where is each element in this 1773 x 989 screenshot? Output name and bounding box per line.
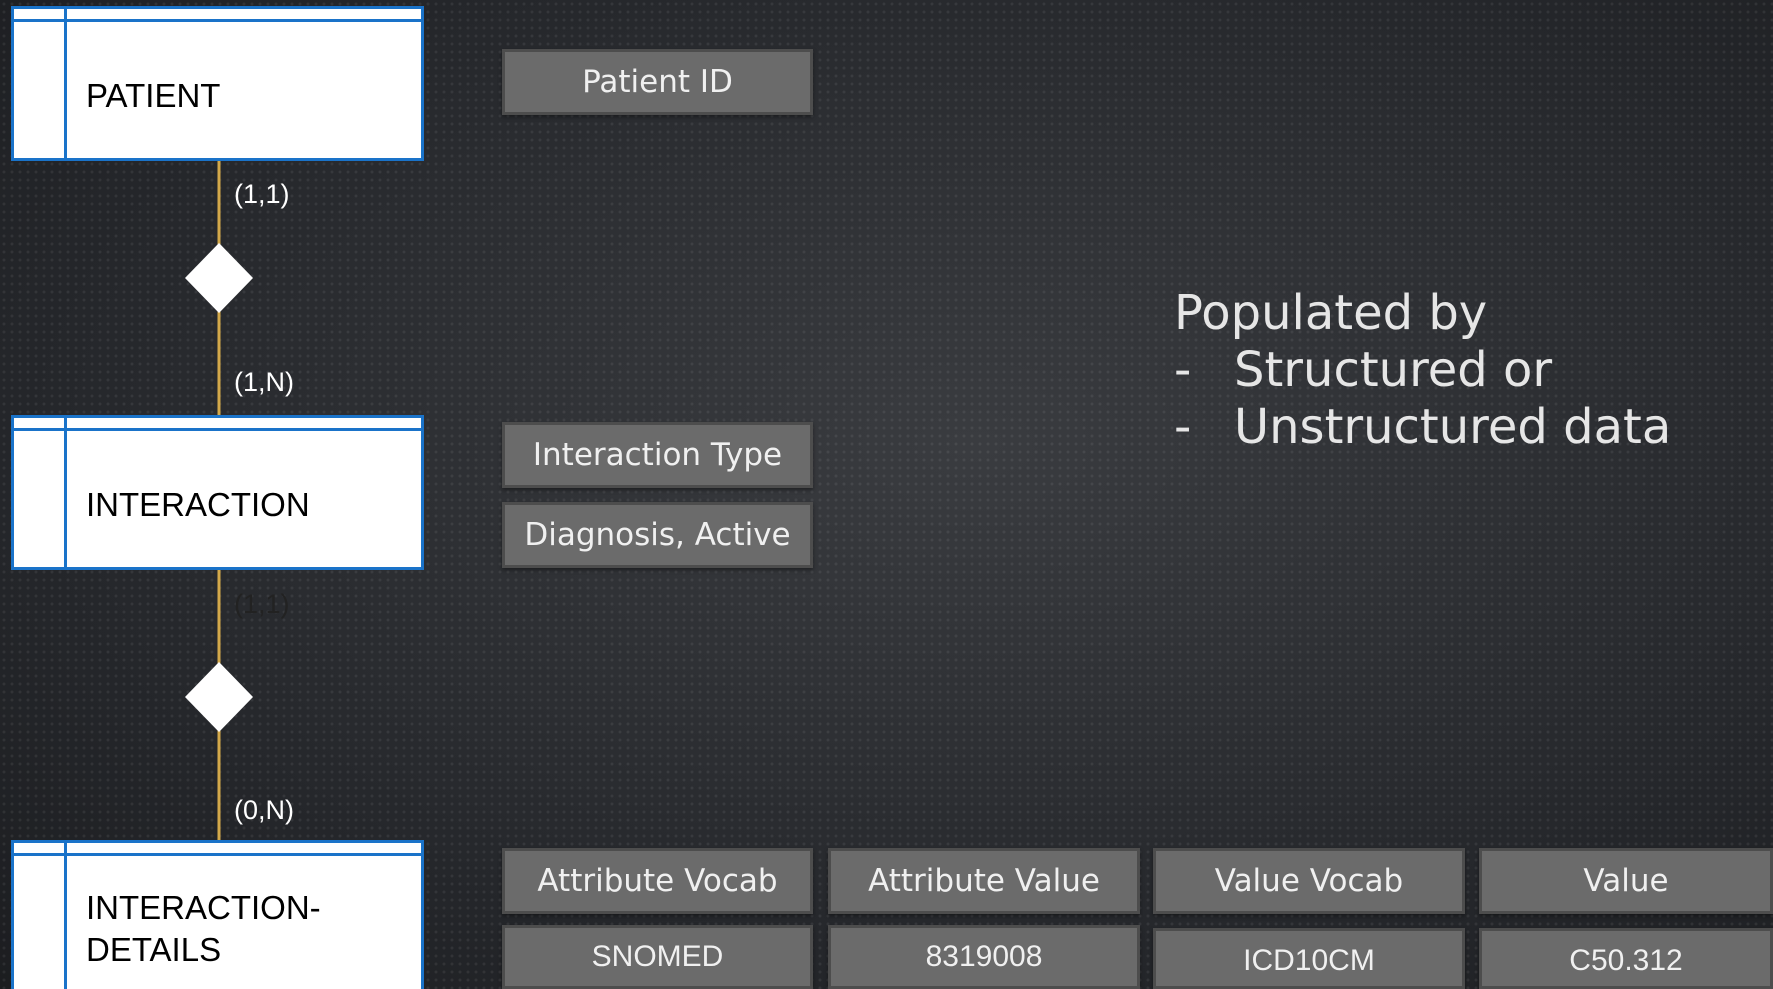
cardinality-patient: (1,1) [234,179,290,209]
attribute-interaction-type: Interaction Type [502,422,813,488]
entity-name: INTERACTION [86,486,310,523]
entity-side-bar [64,418,67,567]
attribute-interaction-value: Diagnosis, Active [502,502,813,568]
entity-interaction[interactable]: INTERACTION [11,415,424,570]
entity-interaction-details[interactable]: INTERACTION- DETAILS [11,840,424,989]
details-header-value: Value [1479,848,1773,914]
cardinality-details: (0,N) [234,795,294,825]
details-cell-attribute-vocab: SNOMED [502,925,813,989]
note-item-label: Unstructured data [1234,399,1672,455]
cardinality-interaction-1: (1,N) [234,367,294,397]
entity-header-bar [14,853,421,856]
note-title: Populated by [1174,285,1488,341]
entity-side-bar [64,9,67,158]
entity-name: PATIENT [86,77,221,114]
entity-name-line1: INTERACTION- [86,889,321,926]
entity-side-bar [64,843,67,989]
note-item-structured: - Structured or [1174,342,1553,398]
details-cell-value: C50.312 [1479,928,1773,989]
cardinality-interaction-2: (1,1) [234,589,290,619]
details-cell-value-vocab: ICD10CM [1153,928,1465,989]
relationship-diamond-1[interactable] [185,243,253,313]
relationship-diamond-2[interactable] [185,662,253,732]
note-item-unstructured: - Unstructured data [1174,399,1672,455]
populated-by-note: Populated by - Structured or - Unstructure… [1174,285,1671,456]
entity-header-bar [14,428,421,431]
entity-header-bar [14,19,421,22]
details-header-value-vocab: Value Vocab [1153,848,1465,914]
details-header-attribute-vocab: Attribute Vocab [502,848,813,914]
attribute-patient-id: Patient ID [502,49,813,115]
details-header-attribute-value: Attribute Value [828,848,1140,914]
entity-name-line2: DETAILS [86,931,222,968]
details-cell-attribute-value: 8319008 [828,925,1140,989]
entity-patient[interactable]: PATIENT [11,6,424,161]
note-item-label: Structured or [1234,342,1553,398]
